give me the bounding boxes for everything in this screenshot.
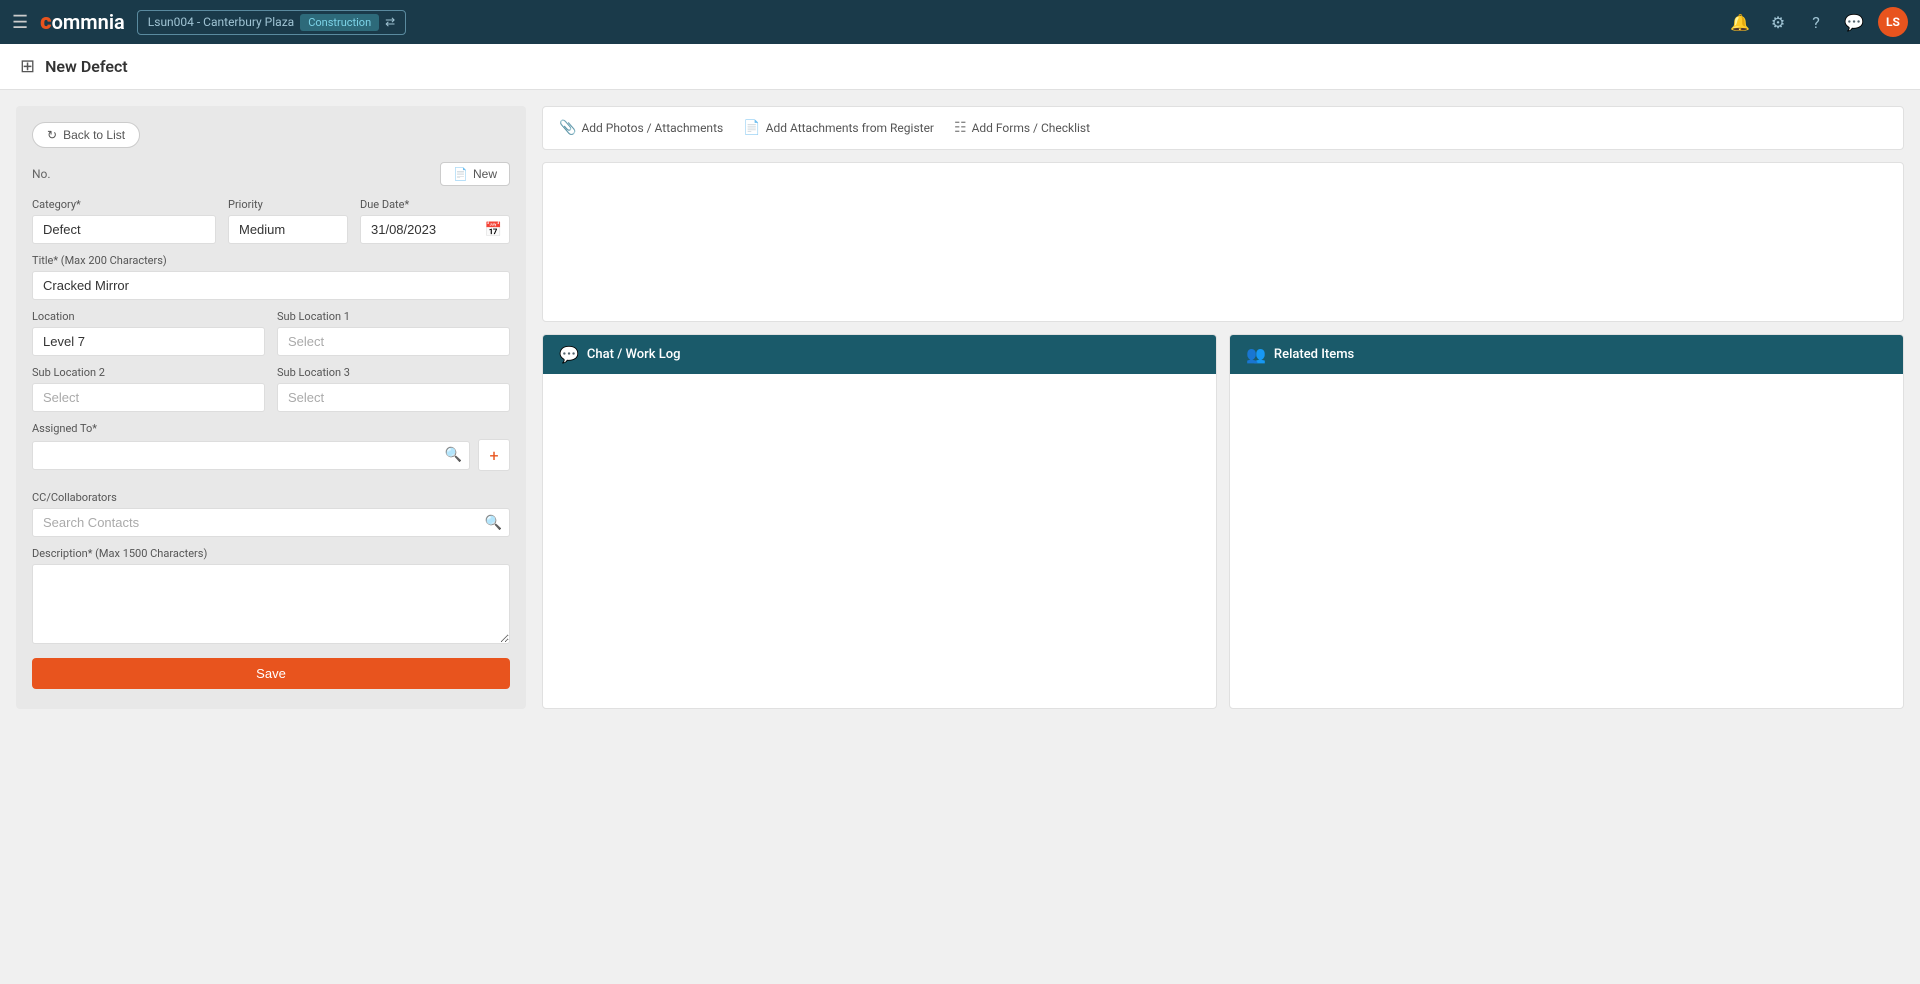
location-label: Location <box>32 310 265 323</box>
help-icon[interactable]: ? <box>1802 8 1830 36</box>
sub-location3-group: Sub Location 3 <box>277 366 510 412</box>
new-button-label: New <box>473 167 497 181</box>
due-date-group: Due Date* 📅 <box>360 198 510 244</box>
register-icon: 📄 <box>743 120 760 136</box>
logo: c ommnia <box>40 10 125 35</box>
assigned-search-icon: 🔍 <box>445 447 462 463</box>
page-header-icon: ⊞ <box>20 56 35 77</box>
related-panel-header: 👥 Related Items <box>1230 335 1903 374</box>
back-button-label: Back to List <box>63 128 125 142</box>
chat-panel-body <box>543 374 1216 398</box>
description-group: Description* (Max 1500 Characters) Save <box>32 547 510 693</box>
add-forms-link[interactable]: ☷ Add Forms / Checklist <box>954 120 1090 136</box>
description-textarea[interactable] <box>32 564 510 644</box>
sub-location1-label: Sub Location 1 <box>277 310 510 323</box>
title-input[interactable] <box>32 271 510 300</box>
cc-search-icon: 🔍 <box>485 515 502 531</box>
right-panel: 📎 Add Photos / Attachments 📄 Add Attachm… <box>542 106 1904 709</box>
sub-location1-group: Sub Location 1 <box>277 310 510 356</box>
defect-form-panel: ↻ Back to List No. 📄 New Category* Prior… <box>16 106 526 709</box>
no-row: No. 📄 New <box>32 162 510 186</box>
location-sublocation1-row: Location Sub Location 1 <box>32 310 510 356</box>
logo-text: ommnia <box>52 10 125 34</box>
due-date-label: Due Date* <box>360 198 510 211</box>
chat-header-icon: 💬 <box>559 345 579 364</box>
sub-location3-label: Sub Location 3 <box>277 366 510 379</box>
priority-label: Priority <box>228 198 348 211</box>
cc-group: CC/Collaborators 🔍 <box>32 491 510 537</box>
page-title: New Defect <box>45 57 128 76</box>
forms-icon: ☷ <box>954 120 967 136</box>
location-group: Location <box>32 310 265 356</box>
description-label: Description* (Max 1500 Characters) <box>32 547 510 560</box>
nav-left: ☰ c ommnia Lsun004 - Canterbury Plaza Co… <box>12 10 406 35</box>
sub-location2-input[interactable] <box>32 383 265 412</box>
project-type-badge: Construction <box>300 14 379 31</box>
project-name: Lsun004 - Canterbury Plaza <box>148 15 294 29</box>
assigned-to-row: 🔍 + <box>32 439 510 471</box>
sub-location2-label: Sub Location 2 <box>32 366 265 379</box>
chat-panel: 💬 Chat / Work Log <box>542 334 1217 709</box>
back-to-list-button[interactable]: ↻ Back to List <box>32 122 140 148</box>
new-button[interactable]: 📄 New <box>440 162 510 186</box>
file-icon: 📄 <box>453 167 468 181</box>
category-input[interactable] <box>32 215 216 244</box>
save-button[interactable]: Save <box>32 658 510 689</box>
title-group: Title* (Max 200 Characters) <box>32 254 510 300</box>
sub-location1-input[interactable] <box>277 327 510 356</box>
cc-input-wrap: 🔍 <box>32 508 510 537</box>
add-forms-label: Add Forms / Checklist <box>972 121 1090 135</box>
due-date-input-wrap: 📅 <box>360 215 510 244</box>
bottom-panels: 💬 Chat / Work Log 👥 Related Items <box>542 334 1904 709</box>
cc-input[interactable] <box>32 508 510 537</box>
category-priority-duedate-row: Category* Priority Due Date* 📅 <box>32 198 510 244</box>
calendar-icon: 📅 <box>485 222 502 238</box>
cc-label: CC/Collaborators <box>32 491 510 504</box>
settings-icon[interactable]: ⚙ <box>1764 8 1792 36</box>
chat-panel-header: 💬 Chat / Work Log <box>543 335 1216 374</box>
priority-input[interactable] <box>228 215 348 244</box>
chat-icon[interactable]: 💬 <box>1840 8 1868 36</box>
logo-icon: c <box>40 10 51 35</box>
category-group: Category* <box>32 198 216 244</box>
add-photos-label: Add Photos / Attachments <box>581 121 723 135</box>
add-assigned-button[interactable]: + <box>478 439 510 471</box>
chat-panel-title: Chat / Work Log <box>587 347 681 362</box>
sub-location2-group: Sub Location 2 <box>32 366 265 412</box>
swap-icon: ⇄ <box>385 15 395 29</box>
assigned-to-label: Assigned To* <box>32 422 510 435</box>
photo-icon: 📎 <box>559 120 576 136</box>
notifications-icon[interactable]: 🔔 <box>1726 8 1754 36</box>
sublocation2-sublocation3-row: Sub Location 2 Sub Location 3 <box>32 366 510 412</box>
assigned-to-group: Assigned To* 🔍 + <box>32 422 510 481</box>
hamburger-menu[interactable]: ☰ <box>12 12 28 33</box>
no-label: No. <box>32 167 51 181</box>
add-photos-link[interactable]: 📎 Add Photos / Attachments <box>559 120 723 136</box>
nav-right: 🔔 ⚙ ? 💬 LS <box>1726 7 1908 37</box>
add-register-label: Add Attachments from Register <box>766 121 934 135</box>
page-header: ⊞ New Defect <box>0 44 1920 90</box>
assigned-input-wrap: 🔍 <box>32 441 470 470</box>
user-avatar[interactable]: LS <box>1878 7 1908 37</box>
main-layout: ↻ Back to List No. 📄 New Category* Prior… <box>0 90 1920 725</box>
related-panel-title: Related Items <box>1274 347 1354 362</box>
back-arrow-icon: ↻ <box>47 128 57 142</box>
related-panel: 👥 Related Items <box>1229 334 1904 709</box>
category-label: Category* <box>32 198 216 211</box>
related-header-icon: 👥 <box>1246 345 1266 364</box>
attachments-row: 📎 Add Photos / Attachments 📄 Add Attachm… <box>542 106 1904 150</box>
sub-location3-input[interactable] <box>277 383 510 412</box>
top-navigation: ☰ c ommnia Lsun004 - Canterbury Plaza Co… <box>0 0 1920 44</box>
project-selector[interactable]: Lsun004 - Canterbury Plaza Construction … <box>137 10 406 35</box>
priority-group: Priority <box>228 198 348 244</box>
add-register-link[interactable]: 📄 Add Attachments from Register <box>743 120 934 136</box>
assigned-to-input[interactable] <box>32 441 470 470</box>
location-input[interactable] <box>32 327 265 356</box>
related-panel-body <box>1230 374 1903 398</box>
title-label: Title* (Max 200 Characters) <box>32 254 510 267</box>
photo-area <box>542 162 1904 322</box>
